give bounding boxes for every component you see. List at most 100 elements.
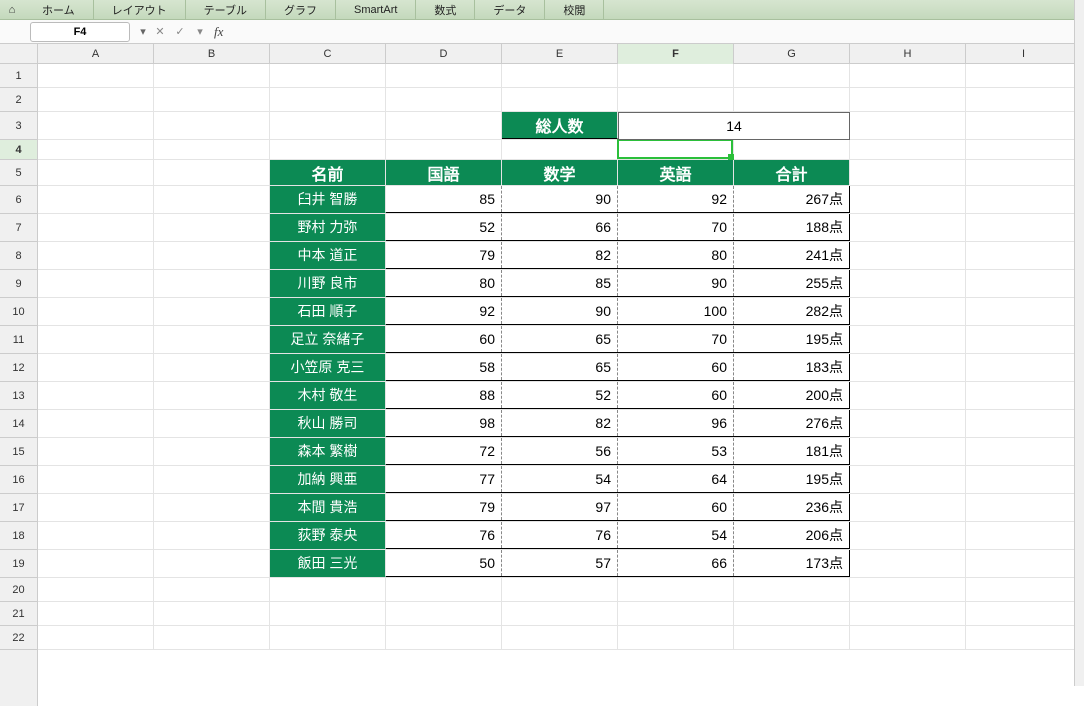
cell-H17[interactable] — [850, 494, 966, 521]
cell-A19[interactable] — [38, 550, 154, 577]
cell-H14[interactable] — [850, 410, 966, 437]
cell-E13[interactable]: 52 — [502, 382, 618, 409]
ribbon-tab-5[interactable]: 数式 — [416, 0, 475, 19]
cell-E19[interactable]: 57 — [502, 550, 618, 577]
cell-A10[interactable] — [38, 298, 154, 325]
cell-H8[interactable] — [850, 242, 966, 269]
col-header-G[interactable]: G — [734, 44, 850, 64]
cell-B21[interactable] — [154, 602, 270, 625]
cell-F19[interactable]: 66 — [618, 550, 734, 577]
row-header-11[interactable]: 11 — [0, 326, 37, 354]
cell-E22[interactable] — [502, 626, 618, 649]
namebox-dropdown-icon[interactable]: ▾ — [136, 25, 150, 38]
cell-A6[interactable] — [38, 186, 154, 213]
cell-H18[interactable] — [850, 522, 966, 549]
row-header-21[interactable]: 21 — [0, 602, 37, 626]
cell-B12[interactable] — [154, 354, 270, 381]
cell-C8[interactable]: 中本 道正 — [270, 242, 386, 269]
cell-E11[interactable]: 65 — [502, 326, 618, 353]
cell-H15[interactable] — [850, 438, 966, 465]
cell-H7[interactable] — [850, 214, 966, 241]
cell-B17[interactable] — [154, 494, 270, 521]
cell-F22[interactable] — [618, 626, 734, 649]
cell-I9[interactable] — [966, 270, 1082, 297]
cell-E12[interactable]: 65 — [502, 354, 618, 381]
cell-G2[interactable] — [734, 88, 850, 111]
row-header-13[interactable]: 13 — [0, 382, 37, 410]
cell-I16[interactable] — [966, 466, 1082, 493]
cell-C2[interactable] — [270, 88, 386, 111]
cell-D1[interactable] — [386, 64, 502, 87]
cell-E6[interactable]: 90 — [502, 186, 618, 213]
cell-H3[interactable] — [850, 112, 966, 139]
cell-I11[interactable] — [966, 326, 1082, 353]
cell-G7[interactable]: 188点 — [734, 214, 850, 241]
cell-G8[interactable]: 241点 — [734, 242, 850, 269]
cell-G12[interactable]: 183点 — [734, 354, 850, 381]
cell-I3[interactable] — [966, 112, 1082, 139]
cell-I14[interactable] — [966, 410, 1082, 437]
cell-C20[interactable] — [270, 578, 386, 601]
cell-F4[interactable] — [618, 140, 734, 159]
cell-B15[interactable] — [154, 438, 270, 465]
cell-A4[interactable] — [38, 140, 154, 159]
cell-D13[interactable]: 88 — [386, 382, 502, 409]
cell-I8[interactable] — [966, 242, 1082, 269]
cell-H4[interactable] — [850, 140, 966, 159]
cell-C12[interactable]: 小笠原 克三 — [270, 354, 386, 381]
cell-H2[interactable] — [850, 88, 966, 111]
cell-B8[interactable] — [154, 242, 270, 269]
cell-F20[interactable] — [618, 578, 734, 601]
cell-D12[interactable]: 58 — [386, 354, 502, 381]
cell-E10[interactable]: 90 — [502, 298, 618, 325]
cell-C19[interactable]: 飯田 三光 — [270, 550, 386, 577]
cell-E7[interactable]: 66 — [502, 214, 618, 241]
ribbon-tab-4[interactable]: SmartArt — [336, 0, 416, 19]
cell-G5[interactable]: 合計 — [734, 160, 850, 185]
cell-F8[interactable]: 80 — [618, 242, 734, 269]
ribbon-tab-0[interactable]: ホーム — [24, 0, 94, 19]
cell-G13[interactable]: 200点 — [734, 382, 850, 409]
cell-H13[interactable] — [850, 382, 966, 409]
col-header-C[interactable]: C — [270, 44, 386, 64]
cell-D4[interactable] — [386, 140, 502, 159]
cell-G14[interactable]: 276点 — [734, 410, 850, 437]
cell-C3[interactable] — [270, 112, 386, 139]
cell-E21[interactable] — [502, 602, 618, 625]
cell-F13[interactable]: 60 — [618, 382, 734, 409]
cell-A15[interactable] — [38, 438, 154, 465]
cell-B19[interactable] — [154, 550, 270, 577]
cell-I20[interactable] — [966, 578, 1082, 601]
cell-F11[interactable]: 70 — [618, 326, 734, 353]
formula-input[interactable] — [223, 22, 1084, 42]
cell-C18[interactable]: 荻野 泰央 — [270, 522, 386, 549]
cell-D17[interactable]: 79 — [386, 494, 502, 521]
cell-E8[interactable]: 82 — [502, 242, 618, 269]
cell-G9[interactable]: 255点 — [734, 270, 850, 297]
col-header-E[interactable]: E — [502, 44, 618, 64]
row-header-22[interactable]: 22 — [0, 626, 37, 650]
cell-H10[interactable] — [850, 298, 966, 325]
select-all-corner[interactable] — [0, 44, 38, 64]
cell-A17[interactable] — [38, 494, 154, 521]
cell-A12[interactable] — [38, 354, 154, 381]
cell-D10[interactable]: 92 — [386, 298, 502, 325]
row-header-1[interactable]: 1 — [0, 64, 37, 88]
cell-H6[interactable] — [850, 186, 966, 213]
cell-F16[interactable]: 64 — [618, 466, 734, 493]
cell-D20[interactable] — [386, 578, 502, 601]
cell-C4[interactable] — [270, 140, 386, 159]
row-header-7[interactable]: 7 — [0, 214, 37, 242]
cell-G19[interactable]: 173点 — [734, 550, 850, 577]
cell-I15[interactable] — [966, 438, 1082, 465]
cell-G4[interactable] — [734, 140, 850, 159]
cell-D15[interactable]: 72 — [386, 438, 502, 465]
cell-C17[interactable]: 本間 貴浩 — [270, 494, 386, 521]
fx-icon[interactable]: fx — [214, 24, 223, 40]
cell-A20[interactable] — [38, 578, 154, 601]
cell-G11[interactable]: 195点 — [734, 326, 850, 353]
cell-F7[interactable]: 70 — [618, 214, 734, 241]
cell-G21[interactable] — [734, 602, 850, 625]
cell-E3[interactable]: 総人数 — [502, 112, 618, 139]
cell-G10[interactable]: 282点 — [734, 298, 850, 325]
